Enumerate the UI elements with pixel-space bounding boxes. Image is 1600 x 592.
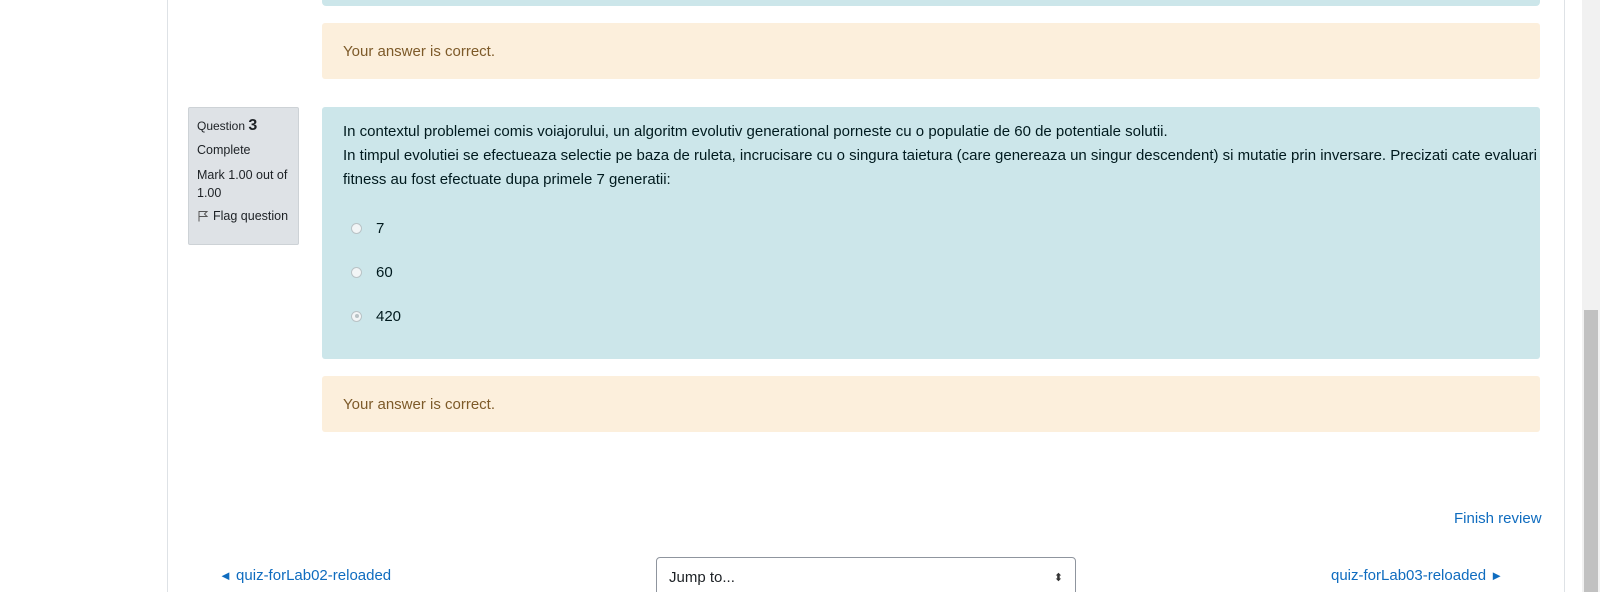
previous-activity-label: quiz-forLab02-reloaded <box>236 567 392 584</box>
answer-label: 7 <box>376 219 385 237</box>
previous-question-formulation <box>322 0 1540 6</box>
flag-question-link[interactable]: Flag question <box>197 209 290 223</box>
answer-option[interactable]: 420 <box>343 294 1519 338</box>
arrow-left-icon: ◄ <box>219 568 232 583</box>
answer-options: 7 60 420 <box>343 206 1519 338</box>
question-number: 3 <box>248 117 258 134</box>
answer-option[interactable]: 7 <box>343 206 1519 250</box>
feedback-text: Your answer is correct. <box>343 42 496 60</box>
select-caret-icon: ⬍ <box>1053 571 1063 584</box>
answer-radio[interactable] <box>351 266 362 278</box>
answer-label: 60 <box>376 263 393 281</box>
scrollbar-thumb[interactable] <box>1584 310 1598 592</box>
question-text-line: fitness au fost efectuate dupa primele 7… <box>343 171 671 188</box>
answer-option[interactable]: 60 <box>343 250 1519 294</box>
next-activity-link[interactable]: quiz-forLab03-reloaded ► <box>1331 567 1503 584</box>
jump-to-value: Jump to... <box>669 568 735 586</box>
answer-radio[interactable] <box>351 222 362 234</box>
arrow-right-icon: ► <box>1490 568 1504 583</box>
flag-question-label: Flag question <box>213 209 289 223</box>
question-number-line: Question 3 <box>197 117 290 135</box>
question-info-panel: Question 3 Complete Mark 1.00 out of 1.0… <box>188 107 299 245</box>
question-text: In contextul problemei comis voiajorului… <box>343 120 1540 192</box>
question-formulation: In contextul problemei comis voiajorului… <box>322 107 1540 359</box>
answer-radio-selected[interactable] <box>351 310 362 322</box>
jump-to-select[interactable]: Jump to... ⬍ <box>656 557 1076 592</box>
question-feedback: Your answer is correct. <box>322 376 1540 432</box>
finish-review-link[interactable]: Finish review <box>1454 510 1542 527</box>
previous-question-feedback: Your answer is correct. <box>322 23 1540 79</box>
feedback-text: Your answer is correct. <box>343 395 496 413</box>
next-activity-label: quiz-forLab03-reloaded <box>1331 567 1487 584</box>
question-text-line: In contextul problemei comis voiajorului… <box>343 123 1168 140</box>
question-label: Question <box>197 119 246 133</box>
question-state: Complete <box>197 143 251 157</box>
previous-activity-link[interactable]: ◄ quiz-forLab02-reloaded <box>219 567 391 584</box>
flag-icon <box>197 210 209 222</box>
page: Your answer is correct. Question 3 Compl… <box>0 0 1600 592</box>
question-text-line: In timpul evolutiei se efectueaza select… <box>343 147 1540 164</box>
answer-label: 420 <box>376 307 402 325</box>
vertical-scrollbar[interactable] <box>1582 0 1600 592</box>
question-grade: Mark 1.00 out of 1.00 <box>197 168 288 200</box>
